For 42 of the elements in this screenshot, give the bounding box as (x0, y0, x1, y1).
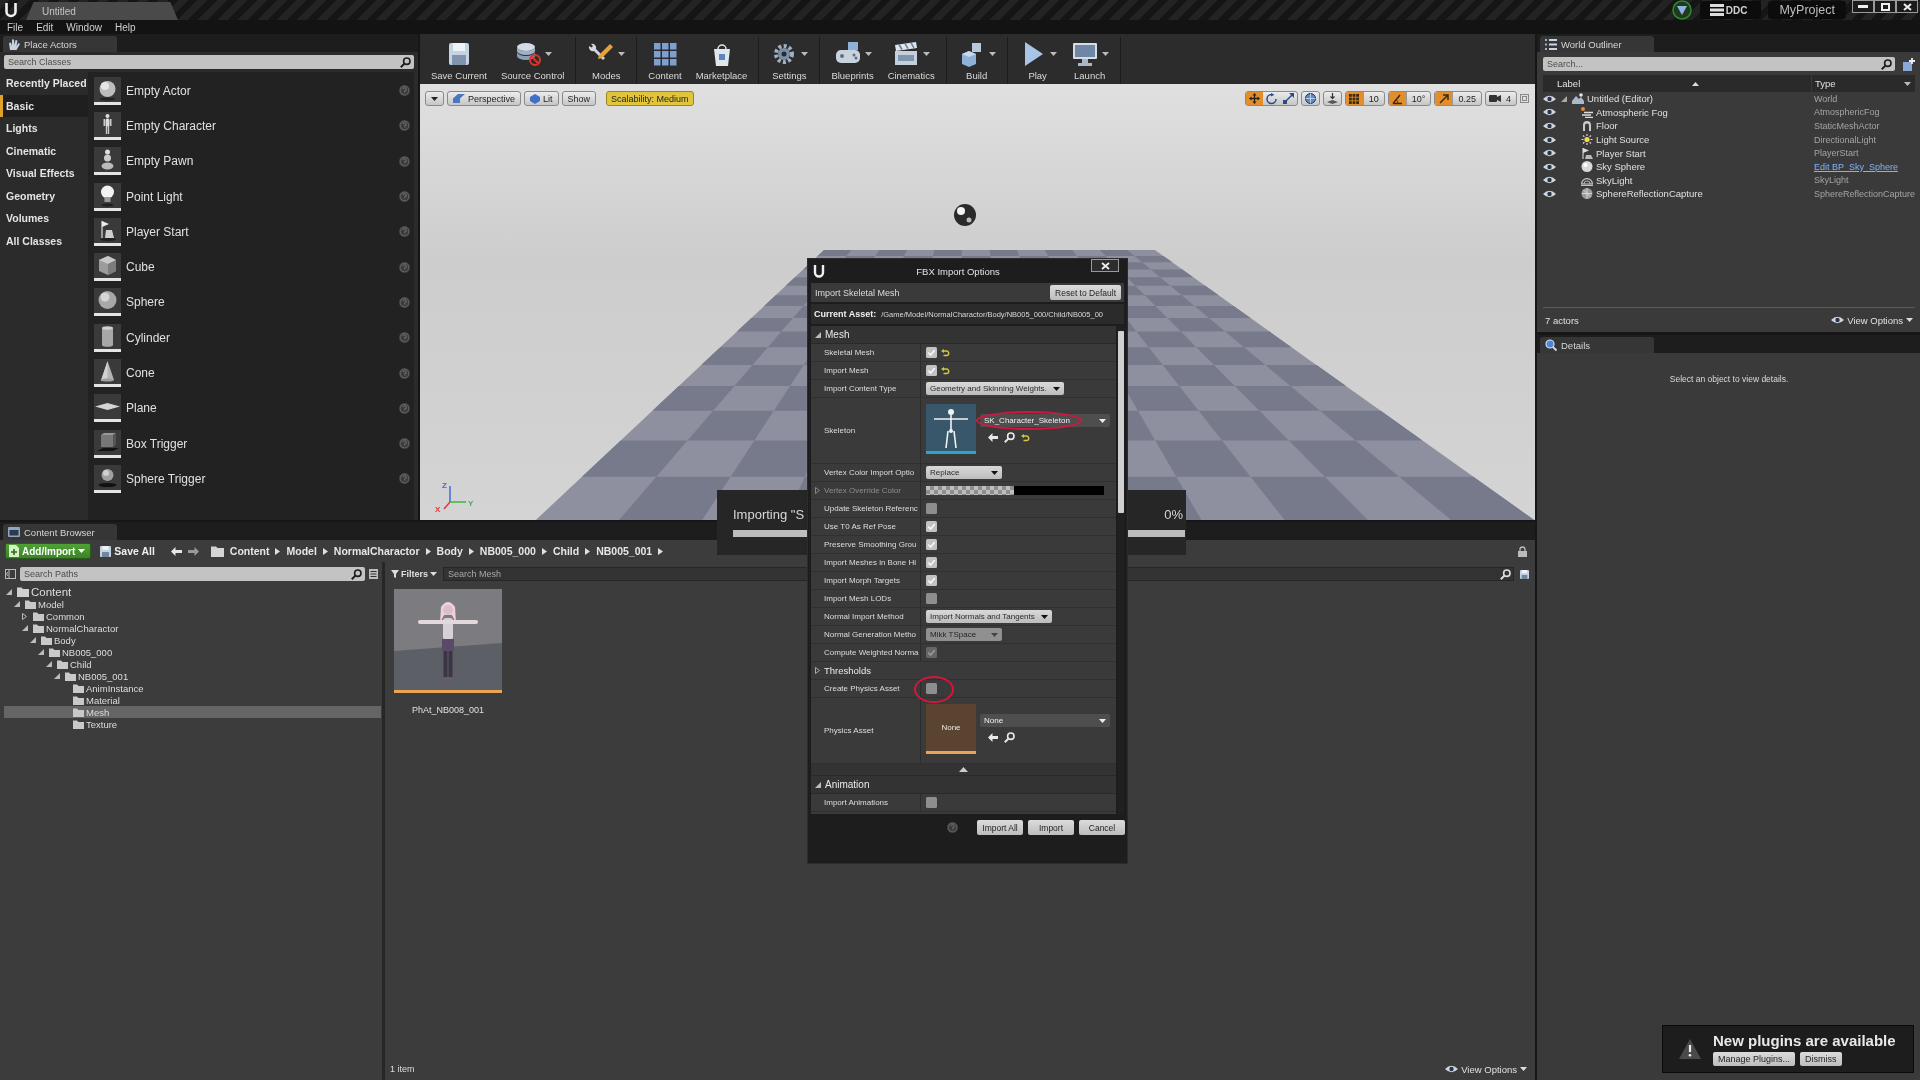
dialog-title: FBX Import Options (915, 265, 1001, 277)
progress-percent: 0% (1164, 507, 1183, 522)
option-label: Import Content Type (824, 384, 897, 393)
option-label: Preserve Smoothing Grou (824, 540, 917, 549)
option-label: Use T0 As Ref Pose (824, 522, 896, 531)
option-label: Create Physics Asset (824, 684, 900, 693)
notification-message: New plugins are available (1713, 1032, 1896, 1049)
actor-type: SphereReflectionCapture (1813, 188, 1916, 199)
option-label: Normal Generation Metho (824, 630, 917, 639)
import-type-label: Import Skeletal Mesh (815, 287, 900, 298)
dropdown: Mikk TSpace (926, 628, 1002, 641)
option-label: Import Meshes in Bone Hi (824, 558, 917, 567)
section-title: Animation (825, 779, 870, 790)
option-label: Physics Asset (824, 726, 874, 735)
axis-label: Y (468, 499, 474, 508)
actor-type: AtmosphericFog (1813, 107, 1880, 118)
progress-message: Importing "S (733, 507, 805, 522)
section-title: Mesh (825, 329, 850, 340)
actor-type: SkyLight (1813, 175, 1849, 186)
project-name: MyProject (1768, 1, 1846, 19)
empty-details-message: Select an object to view details. (1669, 374, 1789, 384)
current-asset-label: Current Asset: (814, 309, 877, 319)
actor-count: 7 actors (1545, 314, 1579, 326)
option-label: Skeletal Mesh (824, 348, 875, 357)
item-count: 1 item (390, 1064, 415, 1074)
option-label: Update Skeleton Referenc (824, 504, 918, 513)
option-label: Skeleton (824, 426, 856, 435)
option-label: Import Mesh LODs (824, 594, 892, 603)
option-label: Vertex Color Import Optio (824, 468, 915, 477)
actor-type: PlayerStart (1813, 148, 1859, 159)
actor-type: DirectionalLight (1813, 134, 1877, 145)
actor-type: World (1813, 93, 1838, 104)
asset-name: PhAt_NB008_001 (411, 705, 485, 715)
option-label: Vertex Override Color (824, 486, 901, 495)
option-label: Compute Weighted Norma (824, 648, 919, 657)
asset-thumbnail: None (926, 704, 976, 754)
option-label: Normal Import Method (824, 612, 904, 621)
axis-label: Z (442, 481, 447, 490)
axis-label: X (435, 505, 441, 514)
option-label: Import Animations (824, 798, 889, 807)
option-label: Import Mesh (824, 366, 869, 375)
actor-type: StaticMeshActor (1813, 121, 1880, 131)
